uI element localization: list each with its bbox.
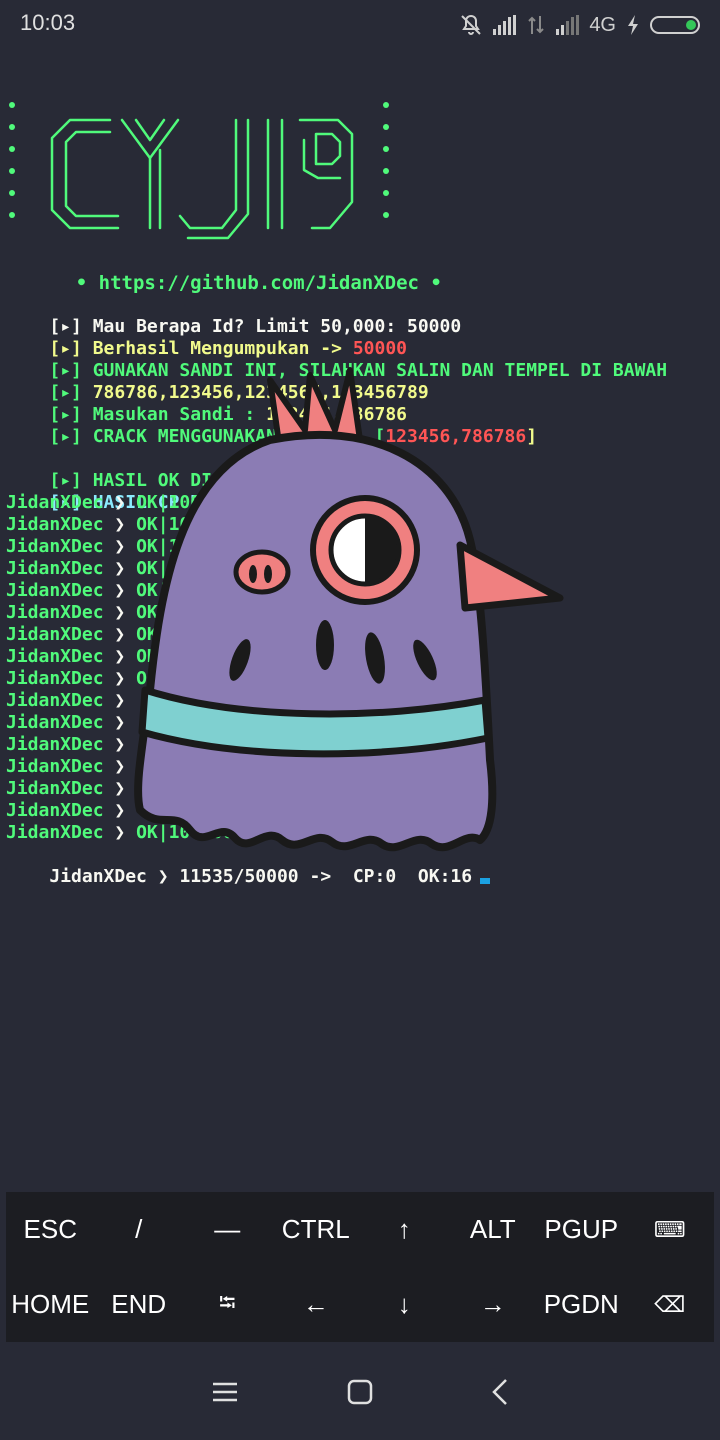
- menu-icon[interactable]: [205, 1372, 245, 1412]
- up-arrow-key[interactable]: ↑: [360, 1192, 449, 1267]
- esc-key[interactable]: ESC: [6, 1192, 95, 1267]
- result-line: JidanXDec ❯: [6, 778, 126, 799]
- result-line: JidanXDec ❯: [6, 800, 126, 821]
- result-line: JidanXDec ❯: [6, 690, 126, 711]
- left-arrow-key[interactable]: ←: [272, 1267, 361, 1342]
- system-nav-bar: [0, 1344, 720, 1440]
- right-arrow-key[interactable]: →: [449, 1267, 538, 1342]
- home-key[interactable]: HOME: [6, 1267, 95, 1342]
- status-bar: 10:03 4G: [0, 0, 720, 50]
- battery-icon: [650, 16, 700, 34]
- result-line: JidanXDec ❯: [6, 756, 126, 777]
- result-line: JidanXDec ❯: [6, 712, 126, 733]
- pgdn-key[interactable]: PGDN: [537, 1267, 626, 1342]
- slash-key[interactable]: /: [95, 1192, 184, 1267]
- down-arrow-key[interactable]: ↓: [360, 1267, 449, 1342]
- repo-url[interactable]: https://github.com/JidanXDec: [99, 272, 419, 294]
- result-line: JidanXDec ❯: [6, 734, 126, 755]
- network-type: 4G: [589, 13, 616, 36]
- status-time: 10:03: [20, 10, 76, 35]
- ctrl-key[interactable]: CTRL: [272, 1192, 361, 1267]
- terminal-line: [▸] GUNAKAN SANDI INI, SILAHKAN SALIN DA…: [49, 360, 668, 381]
- terminal-cursor: [480, 878, 491, 884]
- extra-keys-bar: ESC / — CTRL ↑ ALT PGUP ⌨ HOME END ⭾ ← ↓…: [6, 1192, 714, 1342]
- bird-sticker-image: [134, 367, 564, 852]
- home-icon[interactable]: [340, 1372, 380, 1412]
- terminal-line: [▸] Mau Berapa Id? Limit 50,000: 50000: [49, 316, 462, 337]
- status-icons: 4G: [459, 10, 700, 40]
- pgup-key[interactable]: PGUP: [537, 1192, 626, 1267]
- extra-keys-row: ESC / — CTRL ↑ ALT PGUP ⌨: [6, 1192, 714, 1267]
- data-arrows-icon: [528, 16, 545, 34]
- ascii-banner: [9, 102, 389, 240]
- tab-key[interactable]: ⭾: [183, 1267, 272, 1342]
- alt-key[interactable]: ALT: [449, 1192, 538, 1267]
- keyboard-icon[interactable]: ⌨: [626, 1192, 715, 1267]
- back-icon[interactable]: [480, 1372, 520, 1412]
- charging-icon: [628, 15, 638, 35]
- signal-icon: [556, 15, 580, 35]
- dash-key[interactable]: —: [183, 1192, 272, 1267]
- terminal-line: [▸] Berhasil Mengumpukan -> 50000: [49, 338, 407, 359]
- end-key[interactable]: END: [95, 1267, 184, 1342]
- signal-icon: [493, 15, 517, 35]
- extra-keys-row: HOME END ⭾ ← ↓ → PGDN ⌫: [6, 1267, 714, 1342]
- backspace-icon[interactable]: ⌫: [626, 1267, 715, 1342]
- bell-off-icon: [461, 14, 482, 35]
